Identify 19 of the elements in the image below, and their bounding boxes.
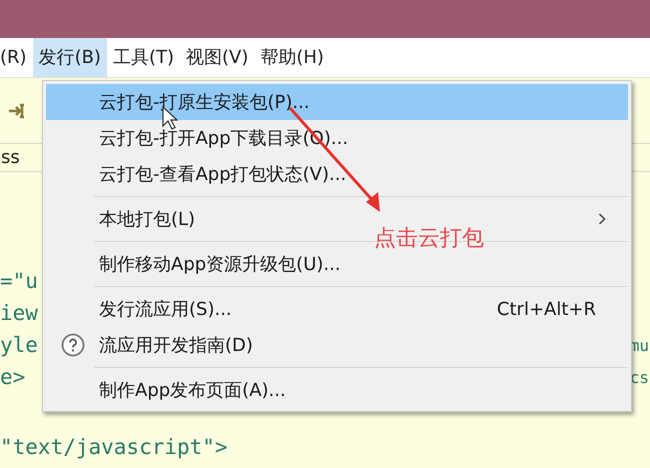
code-text: ="u: [0, 268, 38, 296]
code-text: "text/javascript">: [0, 434, 228, 462]
menu-bar-item[interactable]: 工具(T): [106, 38, 180, 77]
annotation-text: 点击云打包: [374, 225, 484, 253]
code-text: e>: [0, 364, 26, 392]
code-text: yle: [0, 332, 38, 360]
menu-item[interactable]: 流应用开发指南(D): [46, 327, 628, 363]
help-icon: [60, 333, 84, 357]
menu-bar-item[interactable]: 视图(V): [180, 38, 254, 77]
menu-bar-item[interactable]: 发行(B): [32, 38, 107, 77]
menu-bar-item[interactable]: (R): [0, 38, 33, 77]
tab-label[interactable]: ss: [1, 144, 20, 171]
shortcut-text: Ctrl+Alt+R: [496, 298, 596, 322]
menu-item[interactable]: 发行流应用(S)... Ctrl+Alt+R: [46, 291, 628, 327]
code-text: iew: [0, 300, 38, 328]
menu-item[interactable]: 制作App发布页面(A)...: [46, 372, 628, 408]
menu-bar-item[interactable]: 帮助(H): [254, 38, 330, 77]
code-text: cs: [630, 367, 649, 389]
menu-item[interactable]: 云打包-查看App打包状态(V)...: [46, 156, 628, 192]
